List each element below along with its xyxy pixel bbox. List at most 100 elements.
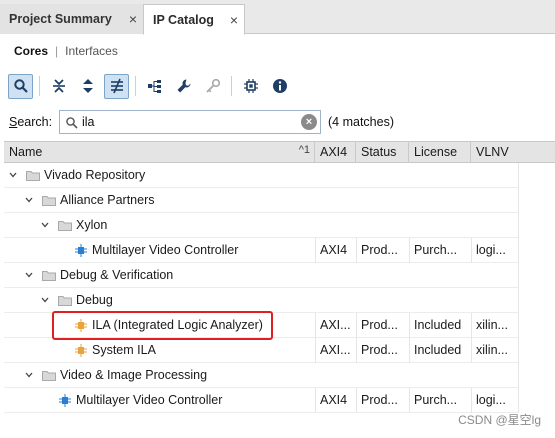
tree-folder-row[interactable]: Alliance Partners bbox=[4, 188, 519, 213]
cell-divider bbox=[471, 238, 472, 263]
license-button[interactable] bbox=[200, 74, 225, 99]
clear-search-icon[interactable]: × bbox=[301, 114, 317, 130]
row-license: Purch... bbox=[414, 243, 458, 257]
row-axi4: AXI4 bbox=[320, 393, 348, 407]
row-status: Prod... bbox=[361, 243, 398, 257]
tab-ip-catalog[interactable]: IP Catalog × bbox=[143, 4, 245, 35]
hierarchy-icon bbox=[147, 80, 161, 93]
search-input[interactable]: ila × bbox=[59, 110, 321, 134]
row-status: Prod... bbox=[361, 318, 398, 332]
editor-tab-bar: Project Summary × IP Catalog × bbox=[0, 0, 555, 35]
chevron-down-icon[interactable] bbox=[25, 371, 33, 379]
folder-icon bbox=[42, 196, 56, 206]
search-label: Search: bbox=[9, 115, 53, 129]
row-axi4: AXI4 bbox=[320, 243, 348, 257]
search-icon bbox=[13, 79, 28, 93]
expand-all-button[interactable] bbox=[75, 74, 100, 99]
row-vlnv: logi... bbox=[476, 243, 506, 257]
toolbar bbox=[0, 71, 555, 101]
cell-divider bbox=[409, 313, 410, 338]
ip-core-icon bbox=[59, 394, 71, 407]
close-icon[interactable]: × bbox=[230, 12, 238, 28]
row-license: Purch... bbox=[414, 393, 458, 407]
column-header-license[interactable]: License bbox=[409, 142, 471, 163]
settings-button[interactable] bbox=[171, 74, 196, 99]
wrench-icon bbox=[177, 79, 190, 93]
row-status: Prod... bbox=[361, 393, 398, 407]
close-icon[interactable]: × bbox=[129, 11, 137, 27]
tree-ip-row[interactable]: System ILA AXI... Prod... Included xilin... bbox=[4, 338, 519, 363]
cell-divider bbox=[409, 338, 410, 363]
sort-indicator: ^1 bbox=[298, 144, 310, 156]
chip-icon bbox=[243, 79, 258, 93]
table-header: Name ^1 AXI4 Status License VLNV bbox=[4, 141, 555, 163]
search-row: Search: ila × (4 matches) bbox=[0, 108, 555, 136]
search-button[interactable] bbox=[8, 73, 33, 99]
row-name: Vivado Repository bbox=[44, 168, 146, 182]
cell-divider bbox=[315, 313, 316, 338]
row-name: Debug & Verification bbox=[60, 268, 174, 282]
cell-divider bbox=[315, 338, 316, 363]
tree-ip-row[interactable]: Multilayer Video Controller AXI4 Prod... Pu… bbox=[4, 238, 519, 263]
info-icon bbox=[272, 79, 287, 93]
column-header-name[interactable]: Name ^1 bbox=[4, 142, 315, 163]
row-name: Xylon bbox=[76, 218, 108, 232]
tree-folder-row[interactable]: Video & Image Processing bbox=[4, 363, 519, 388]
cell-divider bbox=[356, 338, 357, 363]
chevron-down-icon[interactable] bbox=[25, 196, 33, 204]
tree-folder-row[interactable]: Debug & Verification bbox=[4, 263, 519, 288]
row-axi4: AXI... bbox=[320, 318, 351, 332]
info-button[interactable] bbox=[267, 74, 292, 99]
cell-divider bbox=[518, 213, 519, 238]
folder-icon bbox=[42, 371, 56, 381]
row-name: Alliance Partners bbox=[60, 193, 155, 207]
cell-divider bbox=[356, 238, 357, 263]
tree-folder-row[interactable]: Debug bbox=[4, 288, 519, 313]
chevron-down-icon[interactable] bbox=[41, 296, 49, 304]
hierarchy-button[interactable] bbox=[142, 74, 167, 99]
tree-ip-row[interactable]: Multilayer Video Controller AXI4 Prod... Pu… bbox=[4, 388, 519, 413]
chevron-down-icon[interactable] bbox=[25, 271, 33, 279]
tab-project-summary[interactable]: Project Summary × bbox=[0, 4, 143, 34]
tab-label: Project Summary bbox=[9, 12, 112, 26]
collapse-all-button[interactable] bbox=[46, 74, 71, 99]
row-name: Video & Image Processing bbox=[60, 368, 208, 382]
cell-divider bbox=[518, 388, 519, 413]
row-vlnv: xilin... bbox=[476, 343, 508, 357]
row-name: Multilayer Video Controller bbox=[76, 393, 223, 407]
subtab-separator: | bbox=[55, 44, 59, 58]
cell-divider bbox=[518, 363, 519, 388]
cell-divider bbox=[518, 188, 519, 213]
tree-folder-row[interactable]: Vivado Repository bbox=[4, 163, 519, 188]
cell-divider bbox=[518, 263, 519, 288]
folder-icon bbox=[58, 221, 72, 231]
row-vlnv: xilin... bbox=[476, 318, 508, 332]
chevron-down-icon[interactable] bbox=[41, 221, 49, 229]
toolbar-separator bbox=[39, 76, 40, 96]
tab-cores[interactable]: Cores bbox=[14, 44, 48, 58]
filter-icon bbox=[110, 78, 123, 94]
column-header-vlnv[interactable]: VLNV bbox=[471, 142, 555, 163]
row-name: Multilayer Video Controller bbox=[92, 243, 239, 257]
ip-core-icon bbox=[75, 344, 87, 357]
cell-divider bbox=[518, 288, 519, 313]
chevron-down-icon[interactable] bbox=[9, 171, 17, 179]
column-header-status[interactable]: Status bbox=[356, 142, 409, 163]
watermark: CSDN @星空lg bbox=[458, 413, 541, 427]
cell-divider bbox=[356, 313, 357, 338]
tab-interfaces[interactable]: Interfaces bbox=[65, 44, 118, 58]
tree-folder-row[interactable]: Xylon bbox=[4, 213, 519, 238]
search-icon bbox=[66, 117, 78, 129]
row-name: System ILA bbox=[92, 343, 156, 357]
search-value: ila bbox=[82, 115, 95, 129]
filter-button[interactable] bbox=[104, 73, 129, 99]
cell-divider bbox=[518, 338, 519, 363]
ip-catalog-table: Name ^1 AXI4 Status License VLNV Vivado … bbox=[4, 141, 555, 438]
folder-icon bbox=[58, 296, 72, 306]
catalog-subtabs: Cores | Interfaces bbox=[0, 35, 555, 67]
key-icon bbox=[205, 78, 220, 93]
device-button[interactable] bbox=[238, 74, 263, 99]
cell-divider bbox=[471, 388, 472, 413]
row-license: Included bbox=[414, 318, 462, 332]
column-header-axi4[interactable]: AXI4 bbox=[315, 142, 356, 163]
